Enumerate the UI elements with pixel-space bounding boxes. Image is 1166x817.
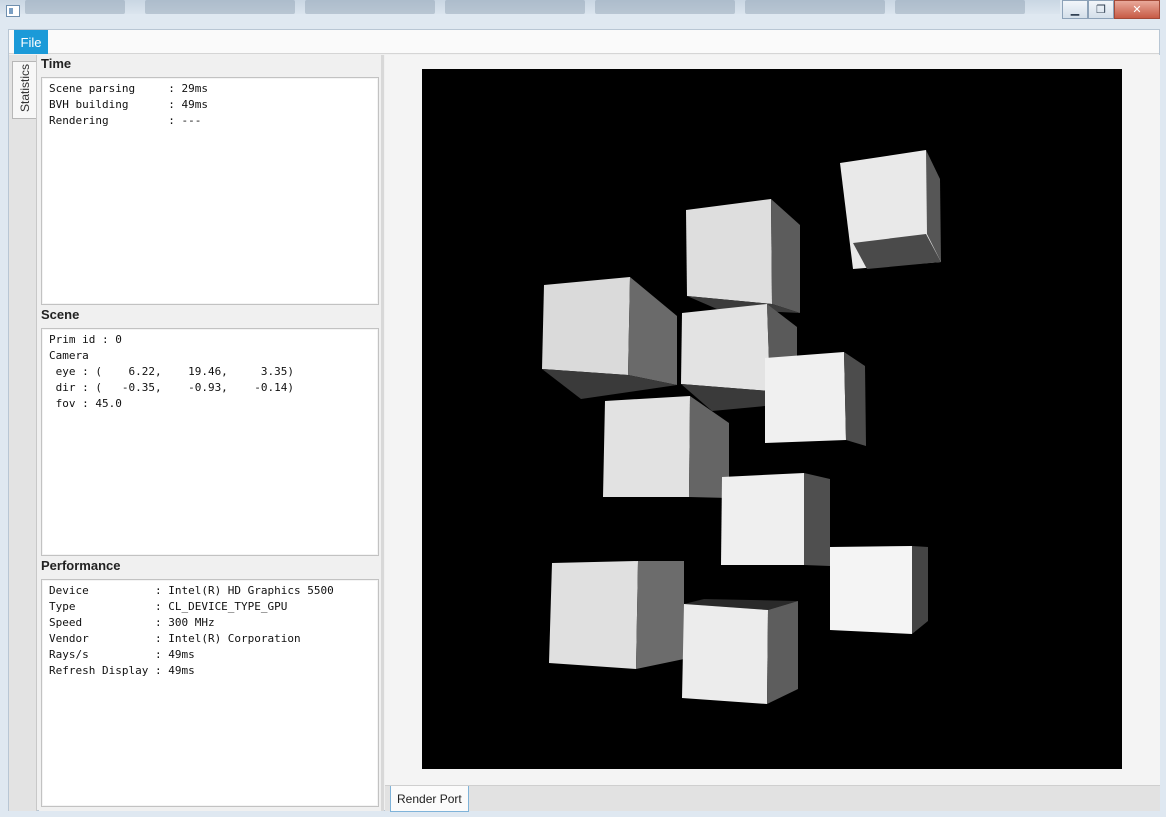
menu-bar: File (9, 30, 1159, 54)
scene-line: Camera (49, 349, 89, 362)
cube (549, 561, 684, 669)
window-controls: ▁ ❐ ✕ (1062, 0, 1160, 20)
time-section-title: Time (41, 56, 72, 71)
client-area: File Statistics Time Scene parsing : 29m… (8, 29, 1160, 812)
background-taskbar-strip (0, 0, 1060, 14)
rendered-cubes-image (542, 150, 941, 704)
panel-splitter[interactable] (381, 55, 384, 811)
app-icon (6, 5, 20, 17)
tab-statistics-label: Statistics (18, 63, 32, 112)
application-window: ▁ ❐ ✕ File Statistics Time Scene parsing… (0, 0, 1166, 817)
scene-line: Prim id : 0 (49, 333, 122, 346)
scene-line: eye : ( 6.22, 19.46, 3.35) (49, 365, 295, 378)
cube (840, 150, 941, 269)
performance-line: Device : Intel(R) HD Graphics 5500 (49, 584, 334, 597)
minimize-button[interactable]: ▁ (1062, 0, 1088, 19)
performance-section-title: Performance (41, 558, 121, 573)
side-tab-strip: Statistics (9, 55, 37, 811)
time-line: Scene parsing : 29ms (49, 82, 208, 95)
cube (721, 473, 830, 566)
scene-line: fov : 45.0 (49, 397, 122, 410)
performance-textbox[interactable]: Device : Intel(R) HD Graphics 5500 Type … (41, 579, 379, 807)
time-line: BVH building : 49ms (49, 98, 208, 111)
scene-section-title: Scene (41, 307, 80, 322)
time-line: Rendering : --- (49, 114, 202, 127)
tab-render-port[interactable]: Render Port (390, 786, 469, 812)
performance-line: Vendor : Intel(R) Corporation (49, 632, 301, 645)
menu-file[interactable]: File (14, 30, 48, 54)
performance-line: Speed : 300 MHz (49, 616, 215, 629)
cube (686, 199, 800, 313)
maximize-button[interactable]: ❐ (1088, 0, 1114, 19)
performance-line: Type : CL_DEVICE_TYPE_GPU (49, 600, 288, 613)
bottom-tab-strip: Render Port (385, 785, 1160, 812)
cube (830, 546, 928, 634)
scene-textbox[interactable]: Prim id : 0 Camera eye : ( 6.22, 19.46, … (41, 328, 379, 556)
statistics-panel: Time Scene parsing : 29ms BVH building :… (39, 55, 381, 811)
time-textbox[interactable]: Scene parsing : 29ms BVH building : 49ms… (41, 77, 379, 305)
cube (765, 352, 866, 446)
close-button[interactable]: ✕ (1114, 0, 1160, 19)
performance-line: Refresh Display : 49ms (49, 664, 195, 677)
render-viewport[interactable] (422, 69, 1122, 769)
scene-line: dir : ( -0.35, -0.93, -0.14) (49, 381, 295, 394)
tab-statistics[interactable]: Statistics (12, 61, 36, 119)
cube (603, 396, 729, 498)
performance-line: Rays/s : 49ms (49, 648, 195, 661)
cube (682, 599, 798, 704)
cube (542, 277, 677, 399)
render-area (385, 55, 1160, 785)
